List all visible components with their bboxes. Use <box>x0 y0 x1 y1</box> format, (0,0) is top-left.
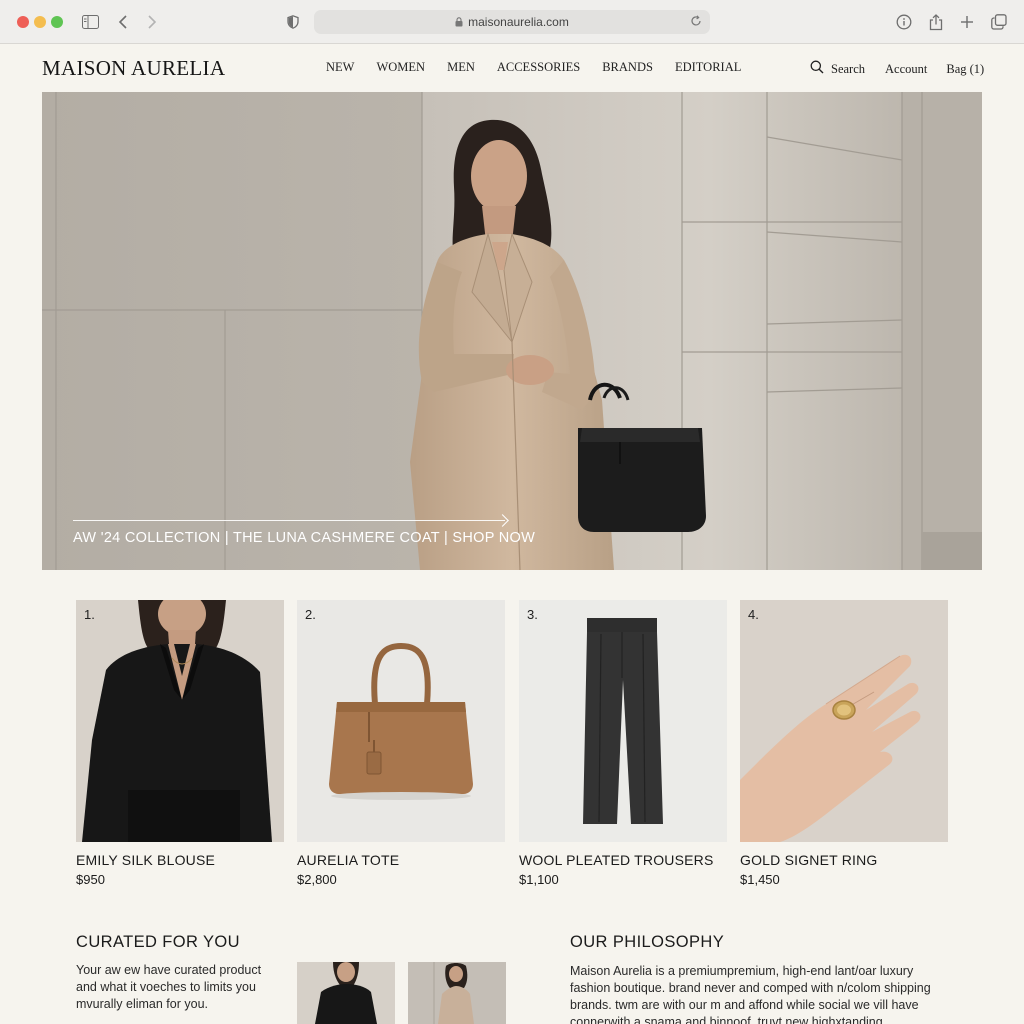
product-name[interactable]: EMILY SILK BLOUSE <box>76 852 215 868</box>
product-price: $950 <box>76 872 105 887</box>
nav-item-editorial[interactable]: EDITORIAL <box>675 60 741 75</box>
hero-cta-link[interactable]: AW '24 COLLECTION | THE LUNA CASHMERE CO… <box>73 530 535 546</box>
product-name[interactable]: GOLD SIGNET RING <box>740 852 878 868</box>
curated-text-line: mvurally eliman for you. <box>76 997 208 1011</box>
search-link[interactable]: Search <box>810 60 865 78</box>
reader-info-icon[interactable] <box>893 11 915 33</box>
product-card-wool-pleated-trousers[interactable]: 3. WOOL PLEATED TROUSERS $1,100 <box>519 600 727 887</box>
url-text: maisonaurelia.com <box>468 15 569 29</box>
new-tab-icon[interactable] <box>956 11 978 33</box>
curated-title: CURATED FOR YOU <box>76 933 240 951</box>
product-image: 4. <box>740 600 948 842</box>
header-utilities: Search Account Bag (1) <box>810 60 984 78</box>
minimize-window-button[interactable] <box>34 16 46 28</box>
hero-cta-line <box>73 520 505 521</box>
maximize-window-button[interactable] <box>51 16 63 28</box>
reload-icon[interactable] <box>690 14 702 28</box>
search-label: Search <box>831 61 866 76</box>
nav-item-accessories[interactable]: ACCESSORIES <box>497 60 580 75</box>
curated-text: Your aw ew have curated product and what… <box>76 962 286 1013</box>
account-link[interactable]: Account <box>885 62 927 77</box>
product-name[interactable]: AURELIA TOTE <box>297 852 399 868</box>
lock-icon <box>455 17 463 27</box>
product-price: $2,800 <box>297 872 337 887</box>
privacy-shield-icon[interactable] <box>282 11 304 33</box>
product-image: 3. <box>519 600 727 842</box>
product-card-aurelia-tote[interactable]: 2. AURELIA TOTE $2,800 <box>297 600 505 887</box>
nav-item-new[interactable]: NEW <box>326 60 354 75</box>
philosophy-text: Maison Aurelia is a premiumpremium, high… <box>570 963 980 1024</box>
curated-text-line: Your aw ew have curated product <box>76 963 262 977</box>
site-logo[interactable]: MAISON AURELIA <box>42 56 225 81</box>
back-icon[interactable] <box>112 11 134 33</box>
product-name[interactable]: WOOL PLEATED TROUSERS <box>519 852 714 868</box>
product-number: 4. <box>748 607 759 622</box>
nav-item-women[interactable]: WOMEN <box>376 60 425 75</box>
curated-text-line: and what it voeches to limits you <box>76 980 256 994</box>
product-number: 1. <box>84 607 95 622</box>
curated-thumbnail[interactable] <box>408 962 506 1024</box>
sidebar-toggle-icon[interactable] <box>79 11 101 33</box>
product-image: 2. <box>297 600 505 842</box>
curated-thumbnail[interactable] <box>297 962 395 1024</box>
product-number: 3. <box>527 607 538 622</box>
hero-image <box>42 92 982 570</box>
browser-toolbar: maisonaurelia.com <box>0 0 1024 44</box>
forward-icon[interactable] <box>141 11 163 33</box>
close-window-button[interactable] <box>17 16 29 28</box>
philosophy-text-line: fashion boutique. brand never and comped… <box>570 981 931 995</box>
philosophy-text-line: brands. twm are with our m and affond wh… <box>570 998 919 1012</box>
main-navigation: NEW WOMEN MEN ACCESSORIES BRANDS EDITORI… <box>326 60 741 75</box>
product-image: 1. <box>76 600 284 842</box>
hero-banner[interactable]: AW '24 COLLECTION | THE LUNA CASHMERE CO… <box>42 92 982 570</box>
product-price: $1,100 <box>519 872 559 887</box>
bag-link[interactable]: Bag (1) <box>946 62 984 77</box>
product-price: $1,450 <box>740 872 780 887</box>
product-card-gold-signet-ring[interactable]: 4. GOLD SIGNET RING $1,450 <box>740 600 948 887</box>
address-bar[interactable]: maisonaurelia.com <box>314 10 710 34</box>
search-icon <box>810 60 831 78</box>
share-icon[interactable] <box>925 11 947 33</box>
tab-overview-icon[interactable] <box>988 11 1010 33</box>
philosophy-title: OUR PHILOSOPHY <box>570 933 725 951</box>
nav-item-men[interactable]: MEN <box>447 60 475 75</box>
product-card-emily-silk-blouse[interactable]: 1. EMILY SILK BLOUSE $950 <box>76 600 284 887</box>
nav-item-brands[interactable]: BRANDS <box>602 60 653 75</box>
philosophy-text-line: connerwith a snama and binnoof. truvt ne… <box>570 1015 887 1024</box>
philosophy-text-line: Maison Aurelia is a premiumpremium, high… <box>570 964 914 978</box>
product-number: 2. <box>305 607 316 622</box>
